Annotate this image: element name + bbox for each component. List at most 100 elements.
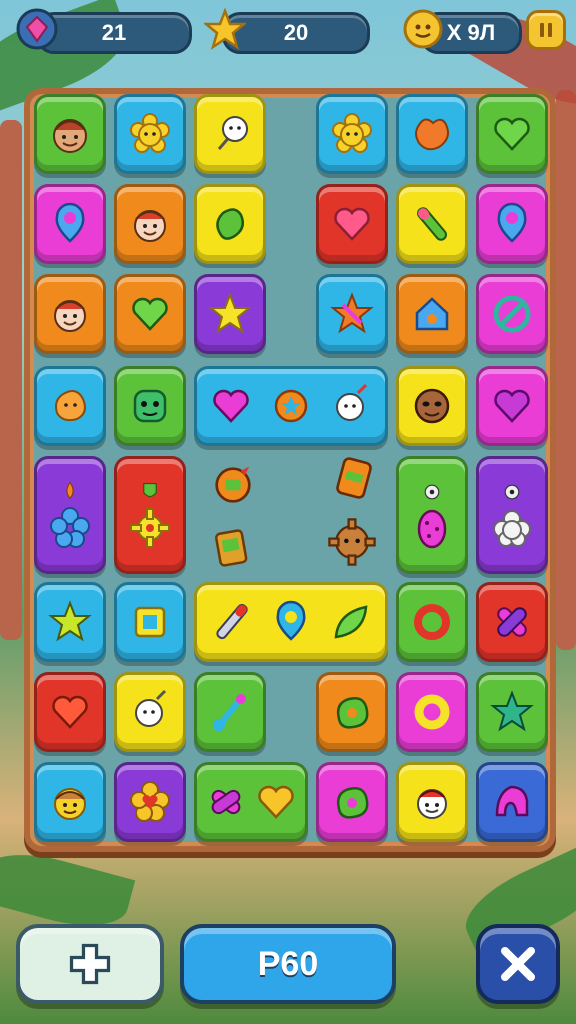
monster-icon — [133, 389, 167, 423]
brush-icon — [216, 603, 248, 640]
tile-no[interactable] — [476, 274, 548, 354]
tile-leaf-blob[interactable] — [316, 762, 388, 842]
tile-heart[interactable] — [114, 274, 186, 354]
tile-lollipop[interactable] — [114, 672, 186, 752]
bone-icon — [213, 694, 246, 731]
shield-icon — [143, 482, 157, 498]
bug-icon — [417, 509, 447, 549]
tile-donut[interactable] — [396, 672, 468, 752]
pause-button[interactable] — [526, 10, 566, 50]
star-icon — [204, 8, 246, 50]
tile-brush[interactable] — [396, 184, 468, 264]
tile-face[interactable] — [34, 94, 106, 174]
tile-star-badge[interactable] — [316, 274, 388, 354]
flower-icon — [332, 113, 372, 153]
tile-combo-row6[interactable] — [194, 582, 388, 662]
robot-icon — [214, 529, 248, 567]
donut-icon — [414, 694, 450, 730]
shoe-icon — [495, 785, 529, 817]
eye-icon — [504, 484, 520, 500]
tile-leaf-blob[interactable] — [316, 672, 388, 752]
tile-tall-flower[interactable] — [34, 456, 106, 574]
tile-flower[interactable] — [114, 762, 186, 842]
gear-icon — [130, 508, 170, 548]
tile-house[interactable] — [396, 274, 468, 354]
tile-heart[interactable] — [476, 94, 548, 174]
coins-value: X 9Л — [446, 20, 496, 45]
stars-value: 20 — [283, 20, 309, 45]
face-icon — [134, 210, 166, 242]
face-icon — [53, 119, 87, 153]
heart-icon — [334, 207, 370, 241]
tile-flower[interactable] — [114, 94, 186, 174]
loose-piece-bird[interactable] — [208, 460, 258, 510]
tile-face[interactable] — [396, 366, 468, 446]
flower-icon — [50, 507, 90, 548]
flower-icon — [130, 113, 170, 153]
tile-tall-cloud[interactable] — [476, 456, 548, 574]
eye-icon — [424, 484, 440, 500]
tile-heart[interactable] — [316, 184, 388, 264]
tile-star[interactable] — [194, 274, 266, 354]
gem-icon — [16, 8, 58, 50]
tile-bean[interactable] — [194, 184, 266, 264]
tile-face[interactable] — [114, 184, 186, 264]
tile-combo-row8[interactable] — [194, 762, 308, 842]
tile-face[interactable] — [34, 274, 106, 354]
brush-icon — [417, 207, 447, 241]
cloud-icon — [493, 510, 531, 547]
star-flower-icon — [274, 389, 308, 423]
heart-icon — [494, 117, 530, 151]
heart-icon — [258, 785, 294, 819]
star-icon — [490, 690, 534, 732]
loose-piece-gear-face[interactable] — [326, 516, 378, 568]
play-button[interactable]: P60 — [180, 924, 396, 1004]
star-icon — [208, 292, 252, 334]
heart-icon — [52, 695, 88, 729]
gems-value: 21 — [101, 20, 127, 45]
tile-square[interactable] — [114, 582, 186, 662]
pause-icon — [540, 23, 552, 37]
face-icon — [414, 388, 450, 424]
tile-face[interactable] — [34, 762, 106, 842]
candy-icon — [211, 789, 241, 815]
close-button[interactable] — [476, 924, 560, 1004]
drop-icon — [66, 481, 74, 500]
pin-icon — [55, 202, 85, 243]
tile-heart[interactable] — [476, 366, 548, 446]
plus-icon — [69, 943, 111, 985]
bandage-icon — [497, 607, 527, 637]
tile-blob[interactable] — [34, 366, 106, 446]
bird-icon — [215, 466, 251, 503]
tile-tall-gear[interactable] — [114, 456, 186, 574]
blob-icon — [415, 118, 449, 151]
leaf-blob-icon — [336, 787, 369, 819]
tile-ring[interactable] — [34, 184, 106, 264]
loose-piece-robot[interactable] — [208, 520, 254, 574]
play-button-label: P60 — [257, 944, 319, 983]
tile-star[interactable] — [34, 582, 106, 662]
close-icon — [501, 947, 535, 981]
tile-tall-bug[interactable] — [396, 456, 468, 574]
tile-flower[interactable] — [316, 94, 388, 174]
tile-combo-row4[interactable] — [194, 366, 388, 446]
tile-bone[interactable] — [194, 672, 266, 752]
background-trunk — [556, 90, 576, 650]
tile-bandage[interactable] — [476, 582, 548, 662]
tile-pin[interactable] — [476, 184, 548, 264]
tile-donut[interactable] — [396, 582, 468, 662]
heart-icon — [213, 389, 249, 423]
gear-face-icon — [328, 518, 376, 566]
tile-star[interactable] — [476, 672, 548, 752]
battery-icon — [336, 457, 372, 499]
tile-shoe[interactable] — [476, 762, 548, 842]
donut-icon — [414, 604, 450, 640]
tile-monster[interactable] — [114, 366, 186, 446]
add-button[interactable] — [16, 924, 164, 1004]
tile-lollipop[interactable] — [194, 94, 266, 174]
tile-heart[interactable] — [34, 672, 106, 752]
tile-face[interactable] — [396, 762, 468, 842]
tile-blob[interactable] — [396, 94, 468, 174]
loose-piece-battery[interactable] — [330, 452, 378, 504]
square-icon — [134, 606, 166, 638]
